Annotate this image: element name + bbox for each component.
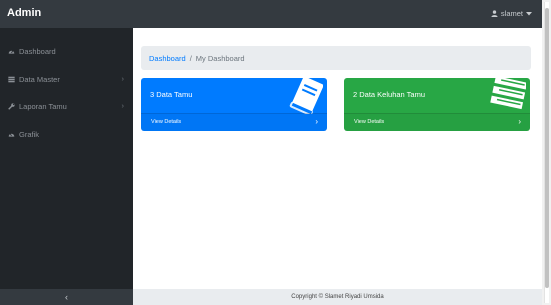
card-view-details-link[interactable]: View Details › bbox=[141, 113, 327, 131]
chevron-right-icon: › bbox=[121, 74, 125, 83]
chevron-right-icon: › bbox=[518, 117, 521, 126]
vertical-scrollbar[interactable] bbox=[542, 0, 551, 305]
user-name: slamet bbox=[500, 9, 523, 18]
table-icon bbox=[8, 76, 15, 83]
copyright-text: Copyright © Slamet Riyadi Umsida bbox=[291, 294, 384, 300]
card-title: 3 Data Tamu bbox=[150, 90, 193, 99]
breadcrumb: Dashboard / My Dashboard bbox=[141, 46, 531, 70]
sidebar-item-data-master[interactable]: Data Master › bbox=[0, 71, 133, 87]
breadcrumb-separator: / bbox=[189, 53, 192, 63]
card-data-tamu: 3 Data Tamu View Details › bbox=[141, 78, 327, 131]
card-title: 2 Data Keluhan Tamu bbox=[353, 90, 425, 99]
top-navbar: Admin slamet bbox=[0, 0, 542, 28]
sidebar-item-label: Dashboard bbox=[19, 46, 56, 56]
user-menu[interactable]: slamet bbox=[491, 9, 532, 18]
breadcrumb-current: My Dashboard bbox=[195, 53, 245, 63]
card-view-details-link[interactable]: View Details › bbox=[344, 113, 530, 131]
sidebar-item-grafik[interactable]: Grafik bbox=[0, 126, 133, 142]
card-footer-label: View Details bbox=[354, 119, 385, 125]
dashboard-icon bbox=[8, 48, 15, 55]
book-icon bbox=[283, 78, 324, 116]
wrench-icon bbox=[8, 102, 15, 110]
scrollbar-thumb[interactable] bbox=[545, 8, 549, 288]
list-icon bbox=[486, 78, 528, 116]
card-footer-label: View Details bbox=[151, 119, 182, 125]
sidebar-item-label: Laporan Tamu bbox=[19, 101, 67, 111]
caret-down-icon bbox=[526, 11, 532, 16]
card-data-keluhan-tamu: 2 Data Keluhan Tamu View Details › bbox=[344, 78, 530, 131]
sidebar-item-label: Data Master bbox=[19, 74, 60, 84]
chevron-right-icon: › bbox=[121, 101, 125, 110]
sidebar: Dashboard Data Master › Laporan Tamu › G… bbox=[0, 28, 133, 289]
breadcrumb-link-dashboard[interactable]: Dashboard bbox=[149, 54, 186, 63]
chevron-right-icon: › bbox=[315, 117, 318, 126]
sidebar-item-laporan-tamu[interactable]: Laporan Tamu › bbox=[0, 98, 133, 114]
user-icon bbox=[491, 10, 498, 17]
sidebar-item-dashboard[interactable]: Dashboard bbox=[0, 43, 133, 59]
brand-title[interactable]: Admin bbox=[7, 7, 41, 19]
sidebar-item-label: Grafik bbox=[19, 129, 40, 139]
sidebar-collapse-toggle[interactable]: ‹ bbox=[0, 289, 133, 305]
page-footer: Copyright © Slamet Riyadi Umsida bbox=[133, 289, 542, 305]
chart-icon bbox=[8, 131, 15, 138]
chevron-left-icon: ‹ bbox=[65, 292, 68, 302]
